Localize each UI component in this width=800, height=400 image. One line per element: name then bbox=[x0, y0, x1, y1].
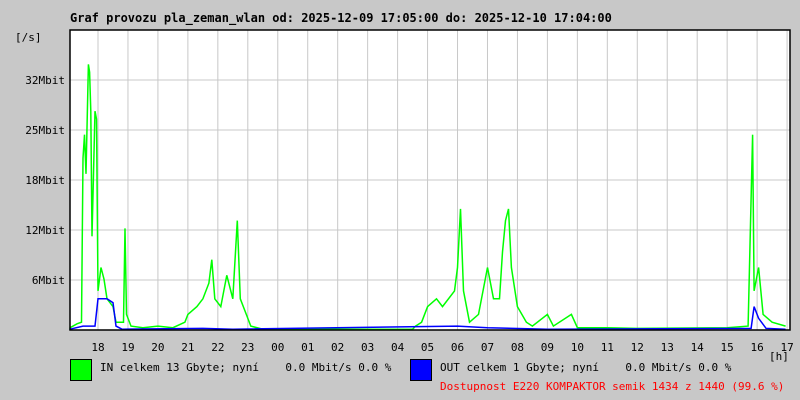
x-tick-label: 00 bbox=[271, 341, 284, 354]
x-tick-label: 17 bbox=[780, 341, 793, 354]
y-tick-label: 6Mbit bbox=[32, 274, 65, 287]
x-tick-label: 06 bbox=[451, 341, 464, 354]
x-tick-label: 14 bbox=[691, 341, 705, 354]
y-tick-label: 25Mbit bbox=[25, 124, 65, 137]
x-tick-label: 15 bbox=[721, 341, 734, 354]
x-tick-label: 22 bbox=[211, 341, 224, 354]
traffic-graph: Graf provozu pla_zeman_wlan od: 2025-12-… bbox=[0, 0, 800, 400]
x-tick-label: 19 bbox=[121, 341, 134, 354]
x-tick-label: 02 bbox=[331, 341, 344, 354]
x-tick-label: 01 bbox=[301, 341, 314, 354]
x-tick-label: 11 bbox=[601, 341, 614, 354]
x-tick-label: 03 bbox=[361, 341, 374, 354]
x-tick-label: 10 bbox=[571, 341, 584, 354]
availability-text: Dostupnost E220 KOMPAKTOR semik 1434 z 1… bbox=[440, 380, 785, 393]
legend-in-swatch bbox=[70, 359, 92, 381]
x-tick-label: 05 bbox=[421, 341, 434, 354]
x-tick-label: 20 bbox=[151, 341, 164, 354]
legend-out-text: OUT celkem 1 Gbyte; nyní 0.0 Mbit/s 0.0 … bbox=[440, 361, 732, 374]
x-tick-label: 23 bbox=[241, 341, 254, 354]
x-tick-label: 16 bbox=[750, 341, 763, 354]
legend-in-text: IN celkem 13 Gbyte; nyní 0.0 Mbit/s 0.0 … bbox=[100, 361, 392, 374]
plot-area: 18 19 20 21 22 23 00 01 02 03 04 05 06 07 08 09 10 11 12 13… bbox=[25, 29, 794, 354]
legend-out-swatch bbox=[410, 359, 432, 381]
x-tick-label: 12 bbox=[631, 341, 644, 354]
x-tick-label: 13 bbox=[661, 341, 674, 354]
x-tick-label: 04 bbox=[391, 341, 405, 354]
y-tick-label: 12Mbit bbox=[25, 224, 65, 237]
x-tick-label: 21 bbox=[181, 341, 194, 354]
x-tick-label: 18 bbox=[91, 341, 104, 354]
x-tick-label: 09 bbox=[541, 341, 554, 354]
x-tick-label: 07 bbox=[481, 341, 494, 354]
y-tick-label: 32Mbit bbox=[25, 74, 65, 87]
x-tick-label: 08 bbox=[511, 341, 524, 354]
y-tick-label: 18Mbit bbox=[25, 174, 65, 187]
